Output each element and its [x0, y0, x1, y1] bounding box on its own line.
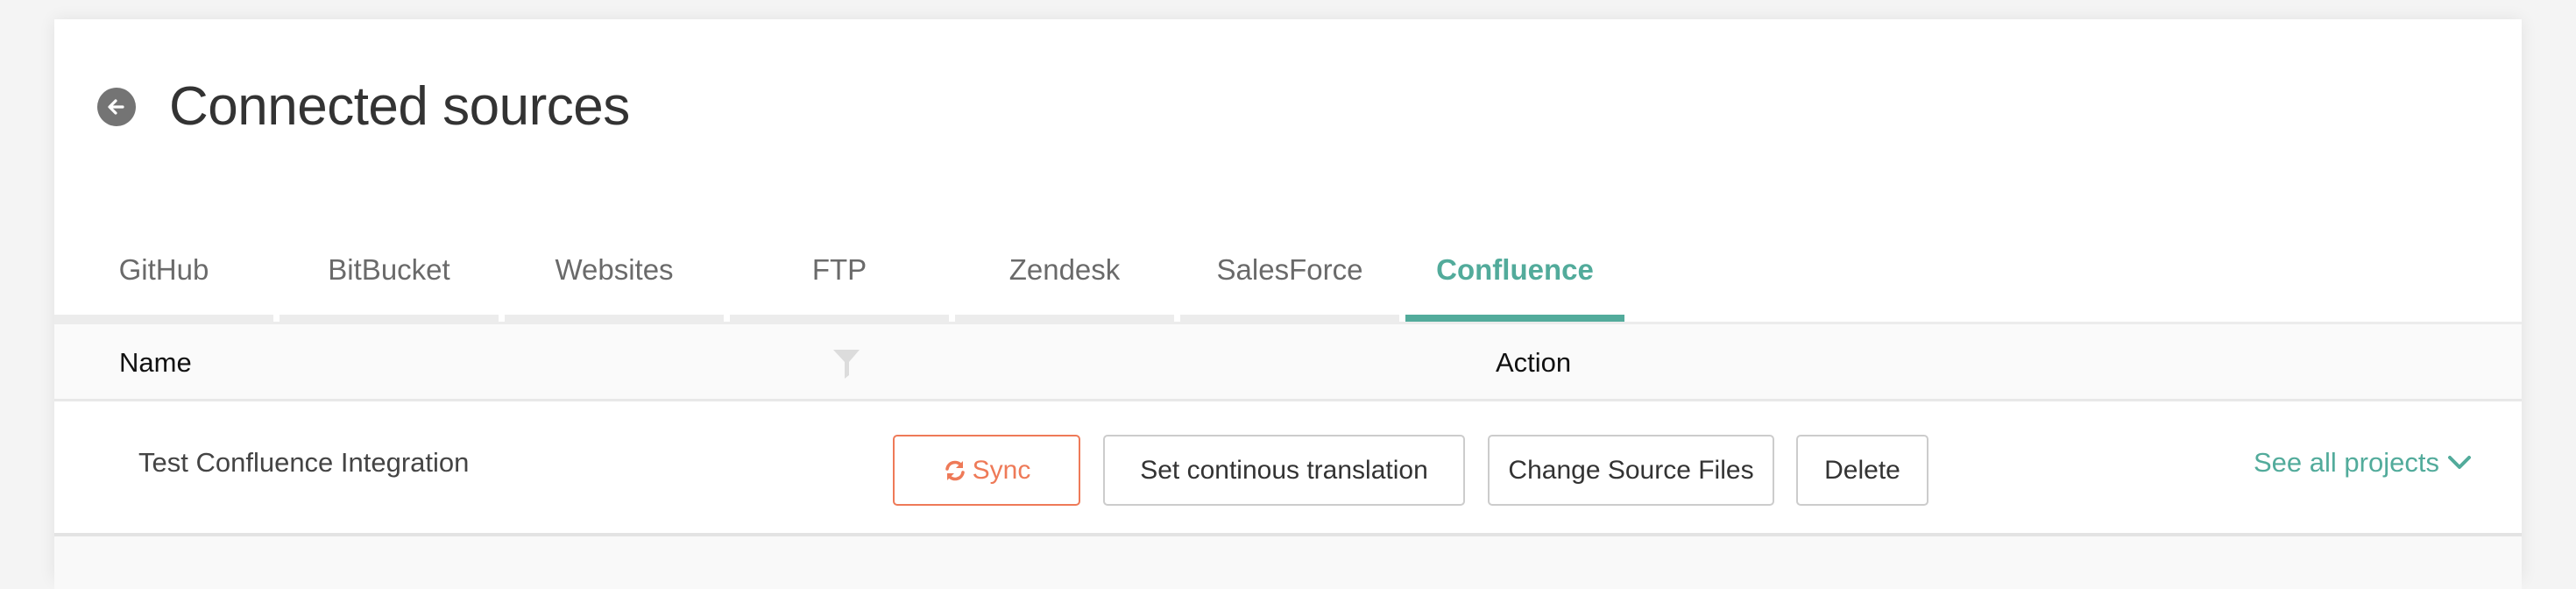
tab-label: SalesForce: [1216, 253, 1363, 286]
tab-salesforce[interactable]: SalesForce: [1180, 221, 1399, 322]
tab-label: BitBucket: [328, 253, 450, 286]
next-table-row: [54, 536, 2522, 589]
tab-github[interactable]: GitHub: [54, 221, 273, 322]
back-button[interactable]: [97, 88, 136, 126]
see-all-projects-link[interactable]: See all projects: [2254, 445, 2473, 480]
delete-button[interactable]: Delete: [1796, 435, 1928, 506]
tab-confluence[interactable]: Confluence: [1405, 221, 1624, 322]
tab-label: Websites: [555, 253, 674, 286]
change-source-files-button[interactable]: Change Source Files: [1488, 435, 1774, 506]
column-header-action: Action: [1496, 347, 1572, 378]
tab-bitbucket[interactable]: BitBucket: [280, 221, 499, 322]
connected-sources-card: Connected sources GitHub BitBucket Websi…: [54, 19, 2522, 589]
chevron-down-icon: [2447, 456, 2471, 469]
sync-icon: [945, 460, 965, 480]
tab-label: GitHub: [118, 253, 209, 286]
tab-label: Confluence: [1436, 253, 1594, 286]
table-row: Test Confluence Integration Sync Set con…: [54, 401, 2522, 536]
tab-label: FTP: [811, 253, 867, 286]
sync-button[interactable]: Sync: [893, 435, 1080, 506]
page-title: Connected sources: [169, 76, 630, 137]
source-tabs: GitHub BitBucket Websites FTP Zendesk Sa…: [54, 221, 2522, 324]
source-name: Test Confluence Integration: [138, 447, 470, 478]
set-continuous-translation-button[interactable]: Set continous translation: [1103, 435, 1465, 506]
see-all-projects-label: See all projects: [2254, 447, 2439, 478]
column-header-name: Name: [119, 347, 192, 378]
tab-websites[interactable]: Websites: [505, 221, 724, 322]
tab-label: Zendesk: [1008, 253, 1121, 286]
arrow-left-icon: [108, 99, 124, 115]
tab-zendesk[interactable]: Zendesk: [955, 221, 1174, 322]
page-header: Connected sources: [54, 19, 2522, 195]
tab-ftp[interactable]: FTP: [730, 221, 949, 322]
filter-icon[interactable]: [833, 350, 860, 379]
sync-label: Sync: [972, 455, 1031, 485]
table-header: Name Action: [54, 324, 2522, 401]
